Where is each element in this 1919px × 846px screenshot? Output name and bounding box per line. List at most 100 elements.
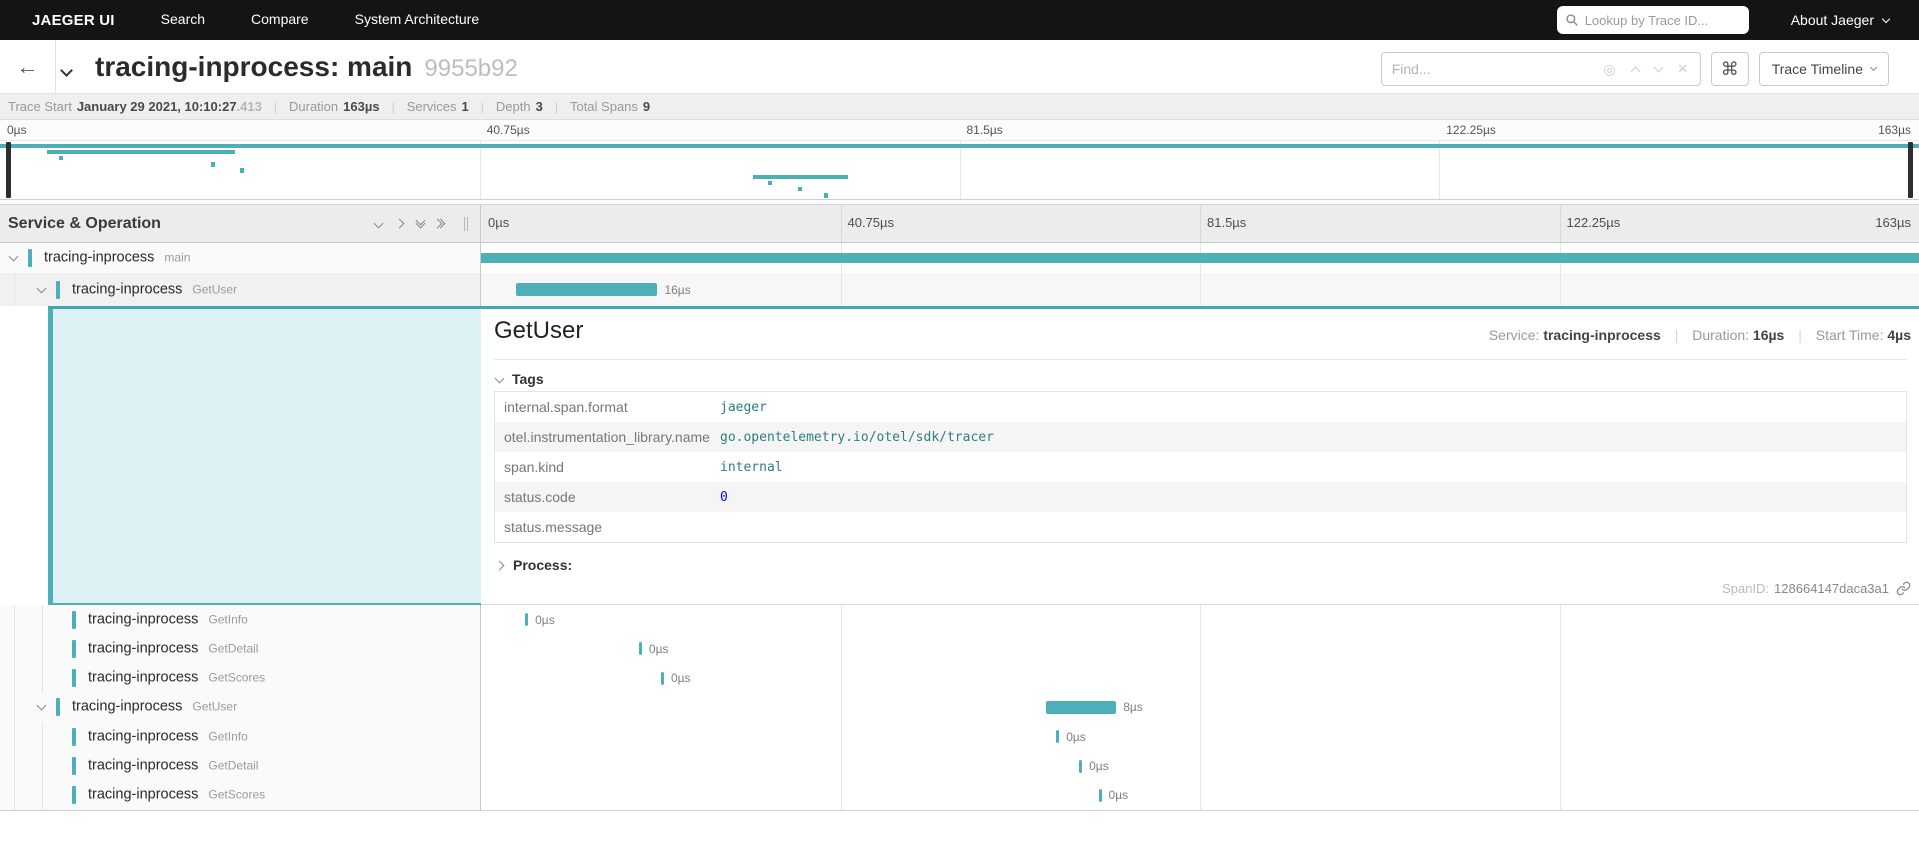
span-row-getscores[interactable]: tracing-inprocessGetScores0µs bbox=[0, 781, 1919, 810]
span-row-getuser[interactable]: tracing-inprocessGetUser 16µs bbox=[0, 273, 1919, 306]
tag-key: internal.span.format bbox=[495, 399, 720, 415]
ruler-tick: 40.75µs bbox=[848, 215, 895, 230]
span-timeline-cell[interactable]: 0µs bbox=[481, 781, 1919, 810]
span-name-cell[interactable]: tracing-inprocessGetInfo bbox=[0, 605, 481, 634]
span-timeline-cell[interactable]: 0µs bbox=[481, 605, 1919, 634]
span-duration-bar[interactable] bbox=[1056, 730, 1059, 743]
indent-guide bbox=[14, 781, 15, 810]
span-duration-bar[interactable] bbox=[1046, 701, 1117, 714]
span-row-main[interactable]: tracing-inprocessmain bbox=[0, 243, 1919, 273]
divider: | bbox=[481, 100, 484, 114]
process-section-toggle[interactable]: Process: bbox=[496, 557, 572, 573]
find-prev-icon[interactable] bbox=[1630, 66, 1640, 76]
tags-table: internal.span.formatjaegerotel.instrumen… bbox=[494, 391, 1907, 543]
trace-view-selector[interactable]: Trace Timeline bbox=[1759, 52, 1889, 86]
trace-id-lookup[interactable] bbox=[1557, 6, 1749, 34]
tag-row-otel.instrumentation_library.name[interactable]: otel.instrumentation_library.namego.open… bbox=[495, 422, 1906, 452]
tag-row-status.message[interactable]: status.message bbox=[495, 512, 1906, 542]
detail-operation-name: GetUser bbox=[494, 317, 583, 345]
gridline bbox=[1200, 722, 1201, 751]
nav-item-compare[interactable]: Compare bbox=[251, 11, 309, 27]
clear-find-icon[interactable]: × bbox=[1678, 59, 1688, 79]
about-jaeger-menu[interactable]: About Jaeger bbox=[1791, 12, 1889, 28]
span-name-cell[interactable]: tracing-inprocessGetScores bbox=[0, 664, 481, 693]
header-controls: ◎ × ⌘ Trace Timeline bbox=[1381, 52, 1889, 86]
gridline bbox=[841, 605, 842, 634]
span-duration-bar[interactable] bbox=[1079, 760, 1082, 773]
span-duration-bar[interactable] bbox=[481, 253, 1919, 263]
divider: | bbox=[274, 100, 277, 114]
jaeger-logo[interactable]: JAEGER UI bbox=[32, 12, 115, 29]
span-name-cell[interactable]: tracing-inprocessGetDetail bbox=[0, 751, 481, 780]
nav-item-system-architecture[interactable]: System Architecture bbox=[355, 11, 480, 27]
span-duration-bar[interactable] bbox=[639, 642, 642, 655]
tags-section-toggle[interactable]: Tags bbox=[496, 371, 544, 387]
span-service-name: tracing-inprocessmain bbox=[44, 250, 190, 266]
span-row-getinfo[interactable]: tracing-inprocessGetInfo0µs bbox=[0, 722, 1919, 751]
trace-id-lookup-input[interactable] bbox=[1585, 13, 1735, 28]
span-name-cell[interactable]: tracing-inprocessGetUser bbox=[0, 273, 481, 306]
span-name-cell[interactable]: tracing-inprocessGetDetail bbox=[0, 634, 481, 663]
tag-row-status.code[interactable]: status.code0 bbox=[495, 482, 1906, 512]
locate-icon[interactable]: ◎ bbox=[1604, 61, 1616, 78]
span-service-name: tracing-inprocessGetDetail bbox=[88, 758, 258, 774]
trace-collapse-caret[interactable] bbox=[62, 62, 71, 80]
tag-row-internal.span.format[interactable]: internal.span.formatjaeger bbox=[495, 392, 1906, 422]
gridline bbox=[1200, 205, 1201, 242]
span-name-cell[interactable]: tracing-inprocessGetInfo bbox=[0, 722, 481, 751]
span-timeline-cell[interactable] bbox=[481, 243, 1919, 273]
span-row-getscores[interactable]: tracing-inprocessGetScores0µs bbox=[0, 664, 1919, 693]
span-name-cell[interactable]: tracing-inprocessmain bbox=[0, 243, 481, 273]
gridline bbox=[480, 141, 481, 199]
nav-item-search[interactable]: Search bbox=[161, 11, 205, 27]
find-next-icon[interactable] bbox=[1653, 63, 1663, 73]
gridline bbox=[1200, 664, 1201, 693]
range-handle-right[interactable] bbox=[1908, 142, 1913, 198]
collapse-one-icon[interactable] bbox=[374, 219, 384, 229]
span-timeline-cell[interactable]: 0µs bbox=[481, 722, 1919, 751]
expand-one-icon[interactable] bbox=[395, 219, 405, 229]
keyboard-shortcuts-button[interactable]: ⌘ bbox=[1711, 52, 1749, 86]
tag-key: otel.instrumentation_library.name bbox=[495, 429, 720, 445]
ruler-tick: 0µs bbox=[7, 123, 27, 137]
span-timeline-cell[interactable]: 8µs bbox=[481, 693, 1919, 722]
span-duration-bar[interactable] bbox=[1099, 789, 1102, 802]
collapse-all-icon[interactable] bbox=[417, 221, 424, 227]
span-expand-chevron-icon[interactable] bbox=[37, 283, 47, 293]
back-button[interactable]: ← bbox=[0, 40, 56, 93]
detail-start-time-value: 4µs bbox=[1887, 327, 1911, 343]
span-timeline-cell[interactable]: 0µs bbox=[481, 634, 1919, 663]
span-duration-bar[interactable] bbox=[516, 283, 657, 296]
span-expand-chevron-icon[interactable] bbox=[37, 701, 47, 711]
tag-row-span.kind[interactable]: span.kindinternal bbox=[495, 452, 1906, 482]
service-operation-header: Service & Operation bbox=[0, 205, 481, 242]
minimap-canvas[interactable] bbox=[0, 140, 1919, 200]
copy-link-icon[interactable] bbox=[1896, 581, 1911, 596]
gridline bbox=[960, 141, 961, 199]
span-name-cell[interactable]: tracing-inprocessGetUser bbox=[0, 693, 481, 722]
span-row-getuser[interactable]: tracing-inprocessGetUser8µs bbox=[0, 693, 1919, 722]
indent-guide bbox=[14, 751, 15, 780]
indent-guide bbox=[42, 634, 43, 663]
span-service-name: tracing-inprocessGetUser bbox=[72, 281, 237, 297]
column-resize-grip[interactable] bbox=[464, 217, 468, 231]
span-table-header: Service & Operation 0µs40.75µs81.5µs122.… bbox=[0, 205, 1919, 243]
span-timeline-cell[interactable]: 16µs bbox=[481, 273, 1919, 306]
span-row-getdetail[interactable]: tracing-inprocessGetDetail 0µs bbox=[0, 751, 1919, 780]
gridline bbox=[1560, 205, 1561, 242]
span-row-getdetail[interactable]: tracing-inprocessGetDetail0µs bbox=[0, 634, 1919, 663]
span-duration-bar[interactable] bbox=[661, 672, 664, 685]
span-name-cell[interactable]: tracing-inprocessGetScores bbox=[0, 781, 481, 810]
span-timeline-cell[interactable]: 0µs bbox=[481, 751, 1919, 780]
expand-all-icon[interactable] bbox=[438, 220, 444, 227]
indent-guide bbox=[14, 664, 15, 693]
find-input[interactable] bbox=[1382, 61, 1592, 77]
range-handle-left[interactable] bbox=[6, 142, 11, 198]
meta-item-depth: Depth3 bbox=[496, 99, 543, 114]
span-timeline-cell[interactable]: 0µs bbox=[481, 664, 1919, 693]
trace-id-short: 9955b92 bbox=[424, 55, 517, 82]
find-box[interactable]: ◎ × bbox=[1381, 52, 1701, 86]
span-duration-bar[interactable] bbox=[525, 613, 528, 626]
span-row-getinfo[interactable]: tracing-inprocessGetInfo0µs bbox=[0, 605, 1919, 634]
span-expand-chevron-icon[interactable] bbox=[9, 252, 19, 262]
